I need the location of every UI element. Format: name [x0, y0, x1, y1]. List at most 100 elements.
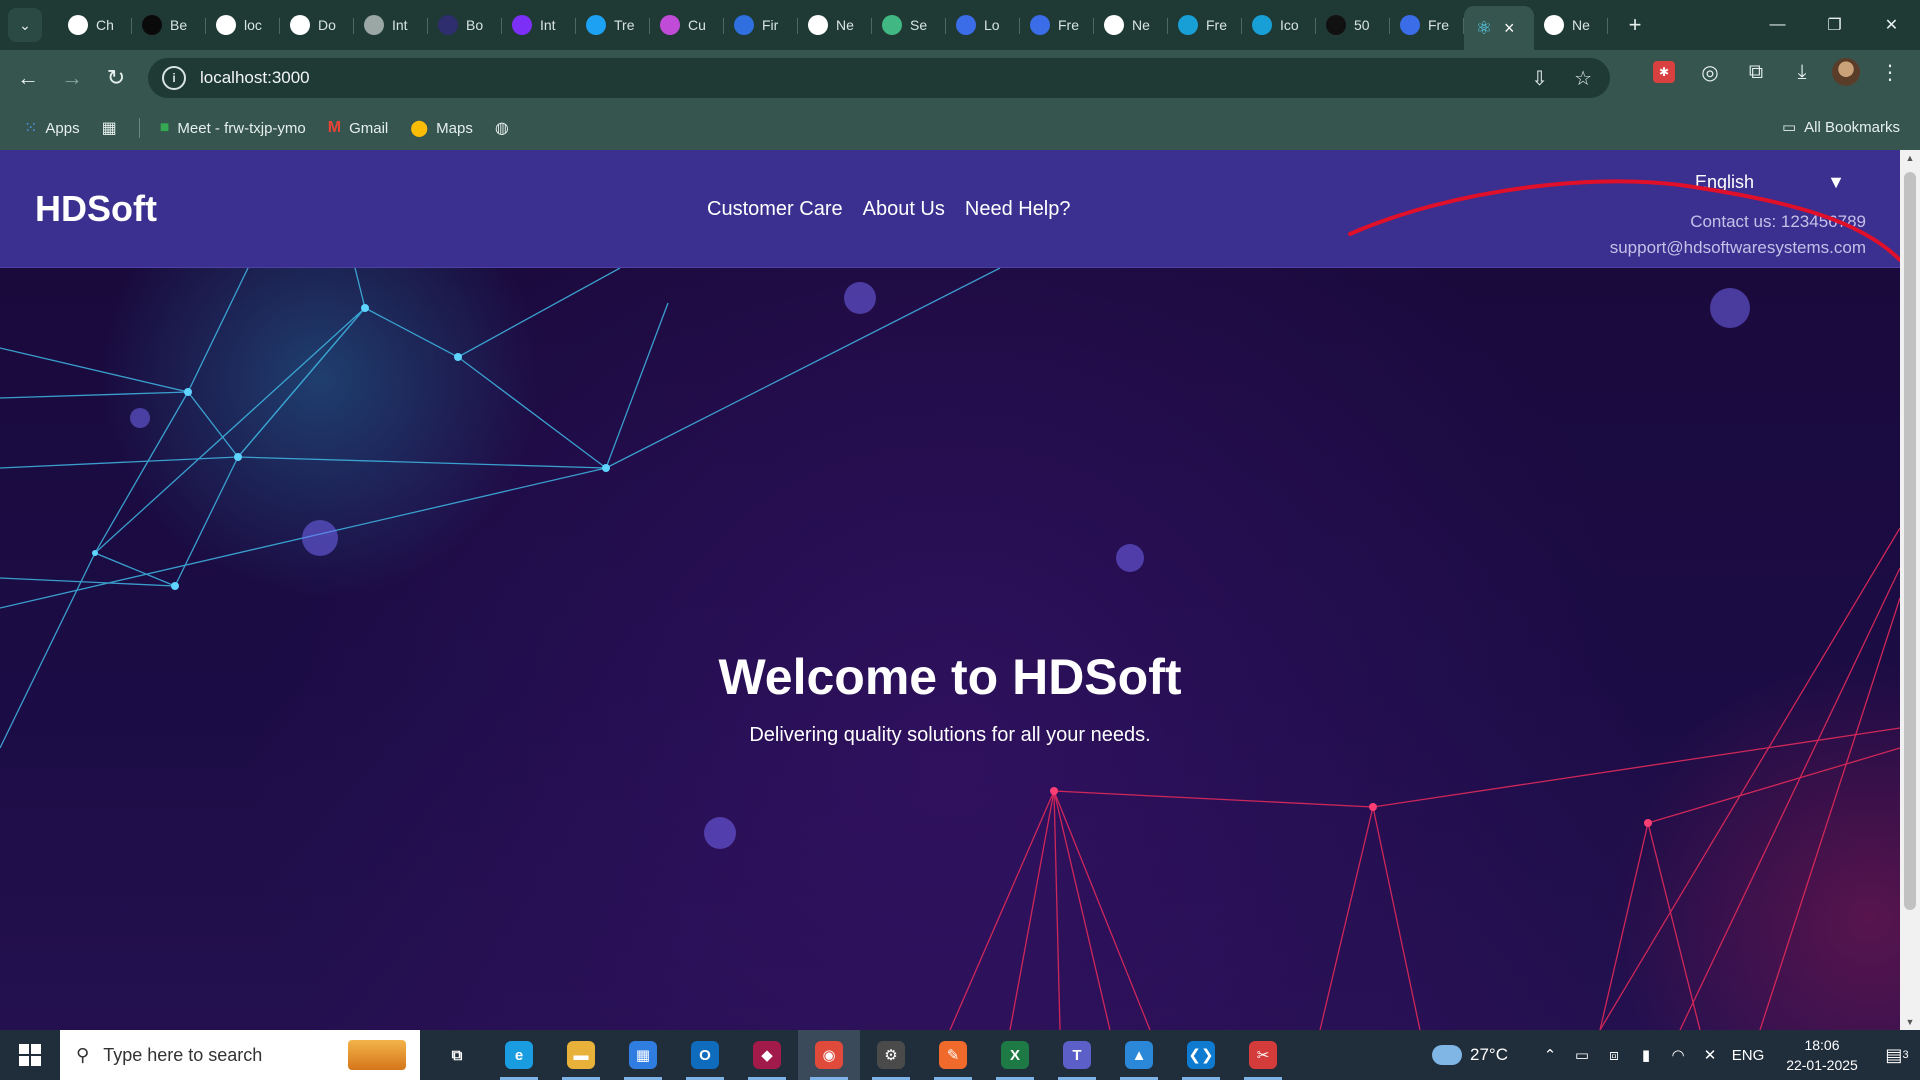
bookmarks-divider — [138, 118, 140, 138]
downloads-icon[interactable]: ⤓ — [1786, 56, 1818, 88]
taskbar-app-edge[interactable]: e — [488, 1030, 550, 1080]
taskbar-app-vscode[interactable]: ❮❯ — [1170, 1030, 1232, 1080]
clock[interactable]: 18:06 22-01-2025 — [1780, 1035, 1864, 1075]
bookmark-meet[interactable]: ■ Meet - frw-txjp-ymo — [160, 119, 306, 137]
address-bar[interactable]: i localhost:3000 ⇩ ☆ — [148, 58, 1610, 98]
clock-date: 22-01-2025 — [1786, 1057, 1858, 1073]
taskbar-app-store[interactable]: ▦ — [612, 1030, 674, 1080]
nav-need-help[interactable]: Need Help? — [965, 198, 1071, 221]
bookmark-label: Maps — [436, 119, 473, 137]
browser-tab[interactable]: Ico — [1242, 6, 1316, 44]
scroll-down-arrow[interactable]: ▼ — [1904, 1016, 1916, 1028]
browser-tab[interactable]: Ne — [1534, 6, 1608, 44]
forward-button[interactable]: → — [50, 56, 94, 100]
taskbar-app-task-view[interactable]: ⧉ — [426, 1030, 488, 1080]
browser-tab[interactable]: Int — [354, 6, 428, 44]
tab-title: Do — [318, 17, 336, 33]
restore-button[interactable]: ❐ — [1806, 0, 1863, 50]
new-tab-button[interactable]: + — [1620, 12, 1650, 38]
page-scrollbar[interactable]: ▲ ▼ — [1900, 150, 1920, 1030]
scroll-up-arrow[interactable]: ▲ — [1904, 152, 1916, 164]
taskbar-app-teams[interactable]: T — [1046, 1030, 1108, 1080]
bookmark-star-icon[interactable]: ☆ — [1574, 66, 1592, 91]
browser-tab[interactable]: 50 — [1316, 6, 1390, 44]
bookmark-globe[interactable]: ◍ — [495, 118, 509, 138]
browser-tab[interactable]: Se — [872, 6, 946, 44]
site-info-icon[interactable]: i — [162, 66, 186, 90]
scroll-thumb[interactable] — [1904, 172, 1916, 910]
taskbar-app-excel[interactable]: X — [984, 1030, 1046, 1080]
bookmark-apps[interactable]: ⁙ Apps — [24, 118, 80, 138]
bookmark-gmail[interactable]: M Gmail — [328, 119, 389, 137]
browser-tab[interactable]: Int — [502, 6, 576, 44]
close-window-button[interactable]: ✕ — [1863, 0, 1920, 50]
browser-tab[interactable]: Cu — [650, 6, 724, 44]
tab-title: Fre — [1206, 17, 1227, 33]
weather-widget[interactable]: 27°C — [1432, 1045, 1508, 1065]
browser-tab[interactable]: loc — [206, 6, 280, 44]
taskbar-app-snipping[interactable]: ✂ — [1232, 1030, 1294, 1080]
language-value: English — [1695, 172, 1755, 192]
browser-tab[interactable]: Tre — [576, 6, 650, 44]
nav-customer-care[interactable]: Customer Care — [707, 198, 843, 221]
taskbar-app-file-explorer[interactable]: ▬ — [550, 1030, 612, 1080]
menu-kebab-icon[interactable]: ⋮ — [1874, 56, 1906, 88]
clock-time: 18:06 — [1804, 1037, 1840, 1053]
extension-red-icon[interactable]: ✱ — [1648, 56, 1680, 88]
figure-icon — [1326, 15, 1346, 35]
jf-icon — [142, 15, 162, 35]
url-text[interactable]: localhost:3000 — [200, 68, 310, 88]
volume-muted-icon[interactable]: ✕ — [1694, 1046, 1726, 1064]
browser-tab[interactable]: Ne — [798, 6, 872, 44]
language-select[interactable]: English ▼ — [1695, 172, 1845, 193]
taskbar-app-app-red[interactable]: ◆ — [736, 1030, 798, 1080]
vue-icon — [882, 15, 902, 35]
wifi-icon[interactable]: ◠ — [1662, 1046, 1694, 1064]
browser-tab[interactable]: Bo — [428, 6, 502, 44]
tab-title: Fre — [1428, 17, 1449, 33]
chevron-up-icon[interactable]: ⌃ — [1534, 1046, 1566, 1064]
battery-icon[interactable]: ▮ — [1630, 1046, 1662, 1064]
tab-search-button[interactable]: ⌄ — [8, 8, 42, 42]
site-logo[interactable]: HDSoft — [35, 188, 157, 230]
nav-about-us[interactable]: About Us — [863, 198, 945, 221]
browser-tab[interactable]: Fre — [1020, 6, 1094, 44]
bookmark-tab-groups[interactable]: ▦ — [102, 118, 117, 138]
close-tab-icon[interactable]: × — [1504, 18, 1515, 39]
chrome-icon: ◉ — [815, 1041, 843, 1069]
globe-icon: ◍ — [494, 120, 509, 137]
search-icon — [1252, 15, 1272, 35]
minimize-button[interactable]: — — [1749, 0, 1806, 50]
contact-email[interactable]: support@hdsoftwaresystems.com — [1610, 235, 1866, 261]
browser-tab[interactable]: Ch — [58, 6, 132, 44]
input-language[interactable]: ENG — [1726, 1047, 1770, 1064]
browser-tab[interactable]: Fir — [724, 6, 798, 44]
extension-target-icon[interactable]: ◎ — [1694, 56, 1726, 88]
back-button[interactable]: ← — [6, 56, 50, 100]
taskbar-app-outlook[interactable]: O — [674, 1030, 736, 1080]
display-icon[interactable]: ⧈ — [1598, 1047, 1630, 1064]
all-bookmarks-button[interactable]: ▭ All Bookmarks — [1782, 118, 1900, 137]
profile-avatar[interactable] — [1832, 58, 1860, 86]
browser-tab[interactable]: Fre — [1168, 6, 1242, 44]
extensions-puzzle-icon[interactable]: ⧉ — [1740, 56, 1772, 88]
reload-button[interactable]: ↻ — [94, 56, 138, 100]
meet-now-icon[interactable]: ▭ — [1566, 1046, 1598, 1064]
bookmark-maps[interactable]: ⬤ Maps — [410, 118, 473, 138]
taskbar-app-settings-gear[interactable]: ⚙ — [860, 1030, 922, 1080]
start-button[interactable] — [0, 1030, 60, 1080]
taskbar-app-photos[interactable]: ▲ — [1108, 1030, 1170, 1080]
browser-tab[interactable]: Do — [280, 6, 354, 44]
browser-tab[interactable]: Ne — [1094, 6, 1168, 44]
browser-tab[interactable]: Be — [132, 6, 206, 44]
browser-tab[interactable]: Lo — [946, 6, 1020, 44]
tab-title: Ch — [96, 17, 114, 33]
notifications-button[interactable]: ▤ 3 — [1874, 1030, 1920, 1080]
m-icon — [660, 15, 680, 35]
browser-tab[interactable]: Fre — [1390, 6, 1464, 44]
taskbar-search[interactable]: ⚲ Type here to search — [60, 1030, 420, 1080]
taskbar-app-postman[interactable]: ✎ — [922, 1030, 984, 1080]
install-app-icon[interactable]: ⇩ — [1531, 66, 1548, 91]
taskbar-app-chrome[interactable]: ◉ — [798, 1030, 860, 1080]
browser-tab-active[interactable]: ⚛ × — [1464, 6, 1534, 50]
